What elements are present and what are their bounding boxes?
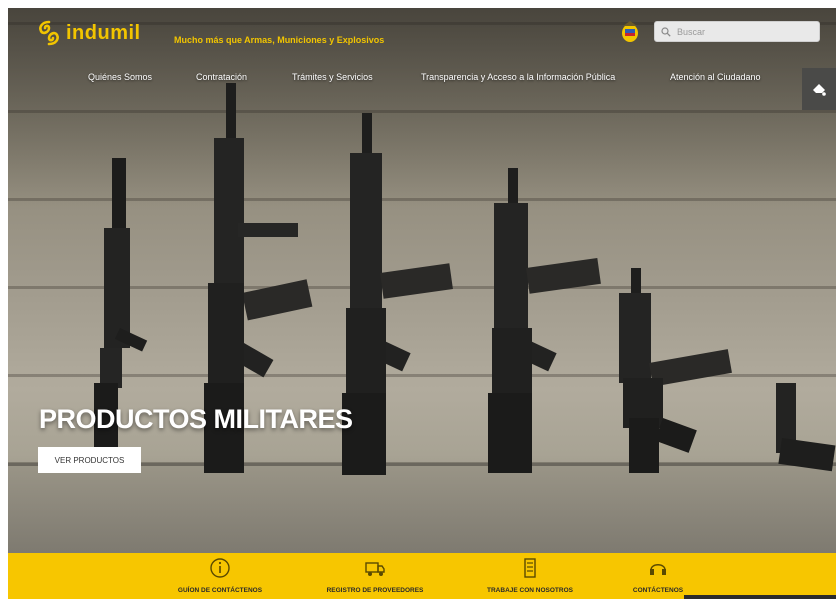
logo-text: indumil	[66, 21, 141, 44]
accessibility-icon	[813, 84, 826, 96]
main-nav: Quiénes Somos Contratación Trámites y Se…	[8, 60, 836, 90]
logo-mark-icon	[39, 20, 59, 46]
accessibility-button[interactable]	[802, 68, 836, 110]
search-icon	[661, 26, 671, 37]
quick-link-label: TRABAJE CON NOSOTROS	[487, 587, 573, 594]
search-input[interactable]	[675, 25, 819, 38]
truck-icon	[365, 562, 385, 576]
quick-link-contact-guide[interactable]: GUÍON DE CONTÁCTENOS	[168, 557, 272, 594]
pistol-image	[776, 383, 836, 472]
nav-item-transparencia[interactable]: Transparencia y Acceso a la Información …	[421, 72, 615, 82]
quick-link-contact[interactable]: CONTÁCTENOS	[620, 557, 696, 594]
rifle-image-5	[619, 268, 732, 473]
info-icon	[210, 558, 230, 578]
site-header: indumil Mucho más que Armas, Municiones …	[8, 8, 836, 60]
slogan: Mucho más que Armas, Municiones y Explos…	[174, 35, 385, 45]
document-icon	[524, 558, 536, 578]
colombia-seal-icon	[622, 21, 638, 42]
headset-icon	[650, 564, 666, 575]
quick-links-bar: GUÍON DE CONTÁCTENOS REGISTRO DE PROVEED…	[8, 553, 836, 599]
quick-link-suppliers[interactable]: REGISTRO DE PROVEEDORES	[318, 557, 432, 594]
chat-widget-strip[interactable]	[684, 595, 836, 599]
nav-item-atencion[interactable]: Atención al Ciudadano	[670, 72, 761, 82]
quick-link-label: REGISTRO DE PROVEEDORES	[326, 587, 424, 594]
nav-item-tramites[interactable]: Trámites y Servicios	[292, 72, 373, 82]
nav-item-quienes-somos[interactable]: Quiénes Somos	[88, 72, 152, 82]
logo[interactable]: indumil	[36, 20, 141, 46]
rifle-image-4	[488, 168, 601, 473]
view-products-button[interactable]: VER PRODUCTOS	[38, 447, 141, 473]
quick-link-label: GUÍON DE CONTÁCTENOS	[177, 587, 263, 594]
page-frame: indumil Mucho más que Armas, Municiones …	[8, 8, 836, 599]
hero-title: PRODUCTOS MILITARES	[39, 404, 353, 434]
quick-link-jobs[interactable]: TRABAJE CON NOSOTROS	[478, 557, 582, 594]
nav-item-contratacion[interactable]: Contratación	[196, 72, 247, 82]
search-box[interactable]	[654, 21, 820, 42]
quick-link-label: CONTÁCTENOS	[632, 587, 684, 594]
